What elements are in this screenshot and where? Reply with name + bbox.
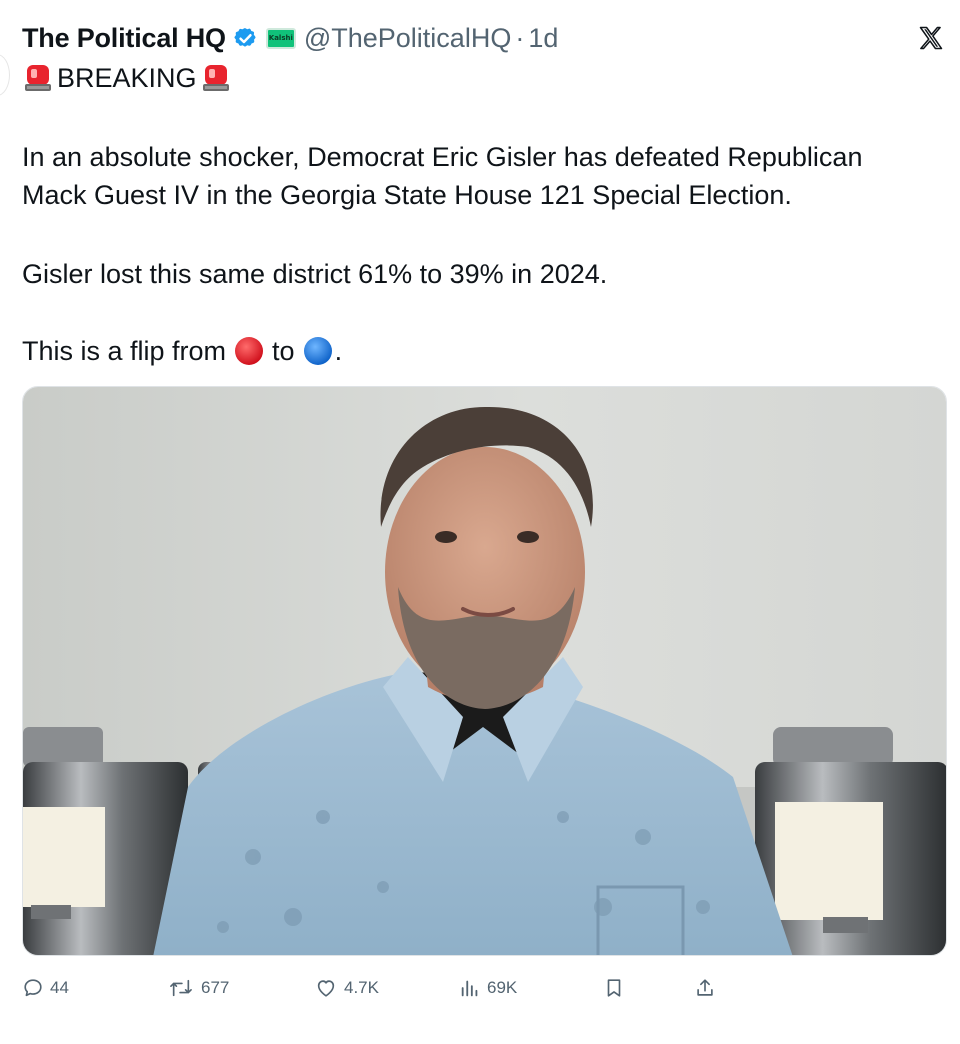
police-light-icon: [24, 63, 52, 93]
breaking-line: BREAKING: [24, 60, 230, 96]
tweet-text-line: This is a flip from to .: [22, 332, 342, 370]
tweet-text-line: Mack Guest IV in the Georgia State House…: [22, 180, 792, 210]
affiliate-badge-label: Kalshi: [268, 34, 293, 42]
repost-icon: [170, 979, 192, 997]
breaking-label: BREAKING: [57, 62, 197, 93]
verified-badge-icon: [232, 25, 259, 52]
affiliate-badge[interactable]: Kalshi: [265, 27, 296, 49]
bookmark-button[interactable]: [603, 968, 625, 1008]
bookmark-icon: [607, 979, 621, 997]
tweet-text-line: In an absolute shocker, Democrat Eric Gi…: [22, 142, 863, 172]
author-handle[interactable]: @ThePoliticalHQ: [304, 23, 511, 54]
share-button[interactable]: [694, 968, 716, 1008]
separator-dot: ·: [515, 22, 525, 53]
tweet-photo[interactable]: [22, 386, 947, 956]
timestamp[interactable]: 1d: [528, 23, 558, 54]
views-button[interactable]: 69K: [459, 968, 517, 1008]
tweet-actions: 44 677 4.7K 69K: [22, 968, 742, 1008]
avatar[interactable]: [0, 54, 10, 96]
blue-circle-icon: [303, 336, 333, 366]
analytics-icon: [461, 980, 478, 997]
like-count: 4.7K: [344, 978, 379, 997]
repost-count: 677: [201, 978, 230, 997]
like-button[interactable]: 4.7K: [314, 968, 379, 1008]
view-count: 69K: [487, 978, 518, 997]
flip-prefix: This is a flip from: [22, 335, 227, 366]
reply-icon: [24, 979, 42, 997]
red-circle-icon: [234, 336, 264, 366]
tweet-header: The Political HQ Kalshi @ThePoliticalHQ …: [22, 18, 558, 58]
repost-button[interactable]: 677: [167, 968, 229, 1008]
flip-middle: to: [272, 335, 295, 366]
tweet-text-line: Gisler lost this same district 61% to 39…: [22, 259, 608, 289]
flip-suffix: .: [334, 335, 343, 366]
police-light-icon: [202, 63, 230, 93]
heart-icon: [317, 980, 335, 997]
x-logo-icon[interactable]: [917, 24, 945, 52]
share-icon: [697, 979, 713, 996]
reply-button[interactable]: 44: [22, 968, 69, 1008]
reply-count: 44: [50, 978, 69, 997]
author-name[interactable]: The Political HQ: [22, 23, 226, 54]
